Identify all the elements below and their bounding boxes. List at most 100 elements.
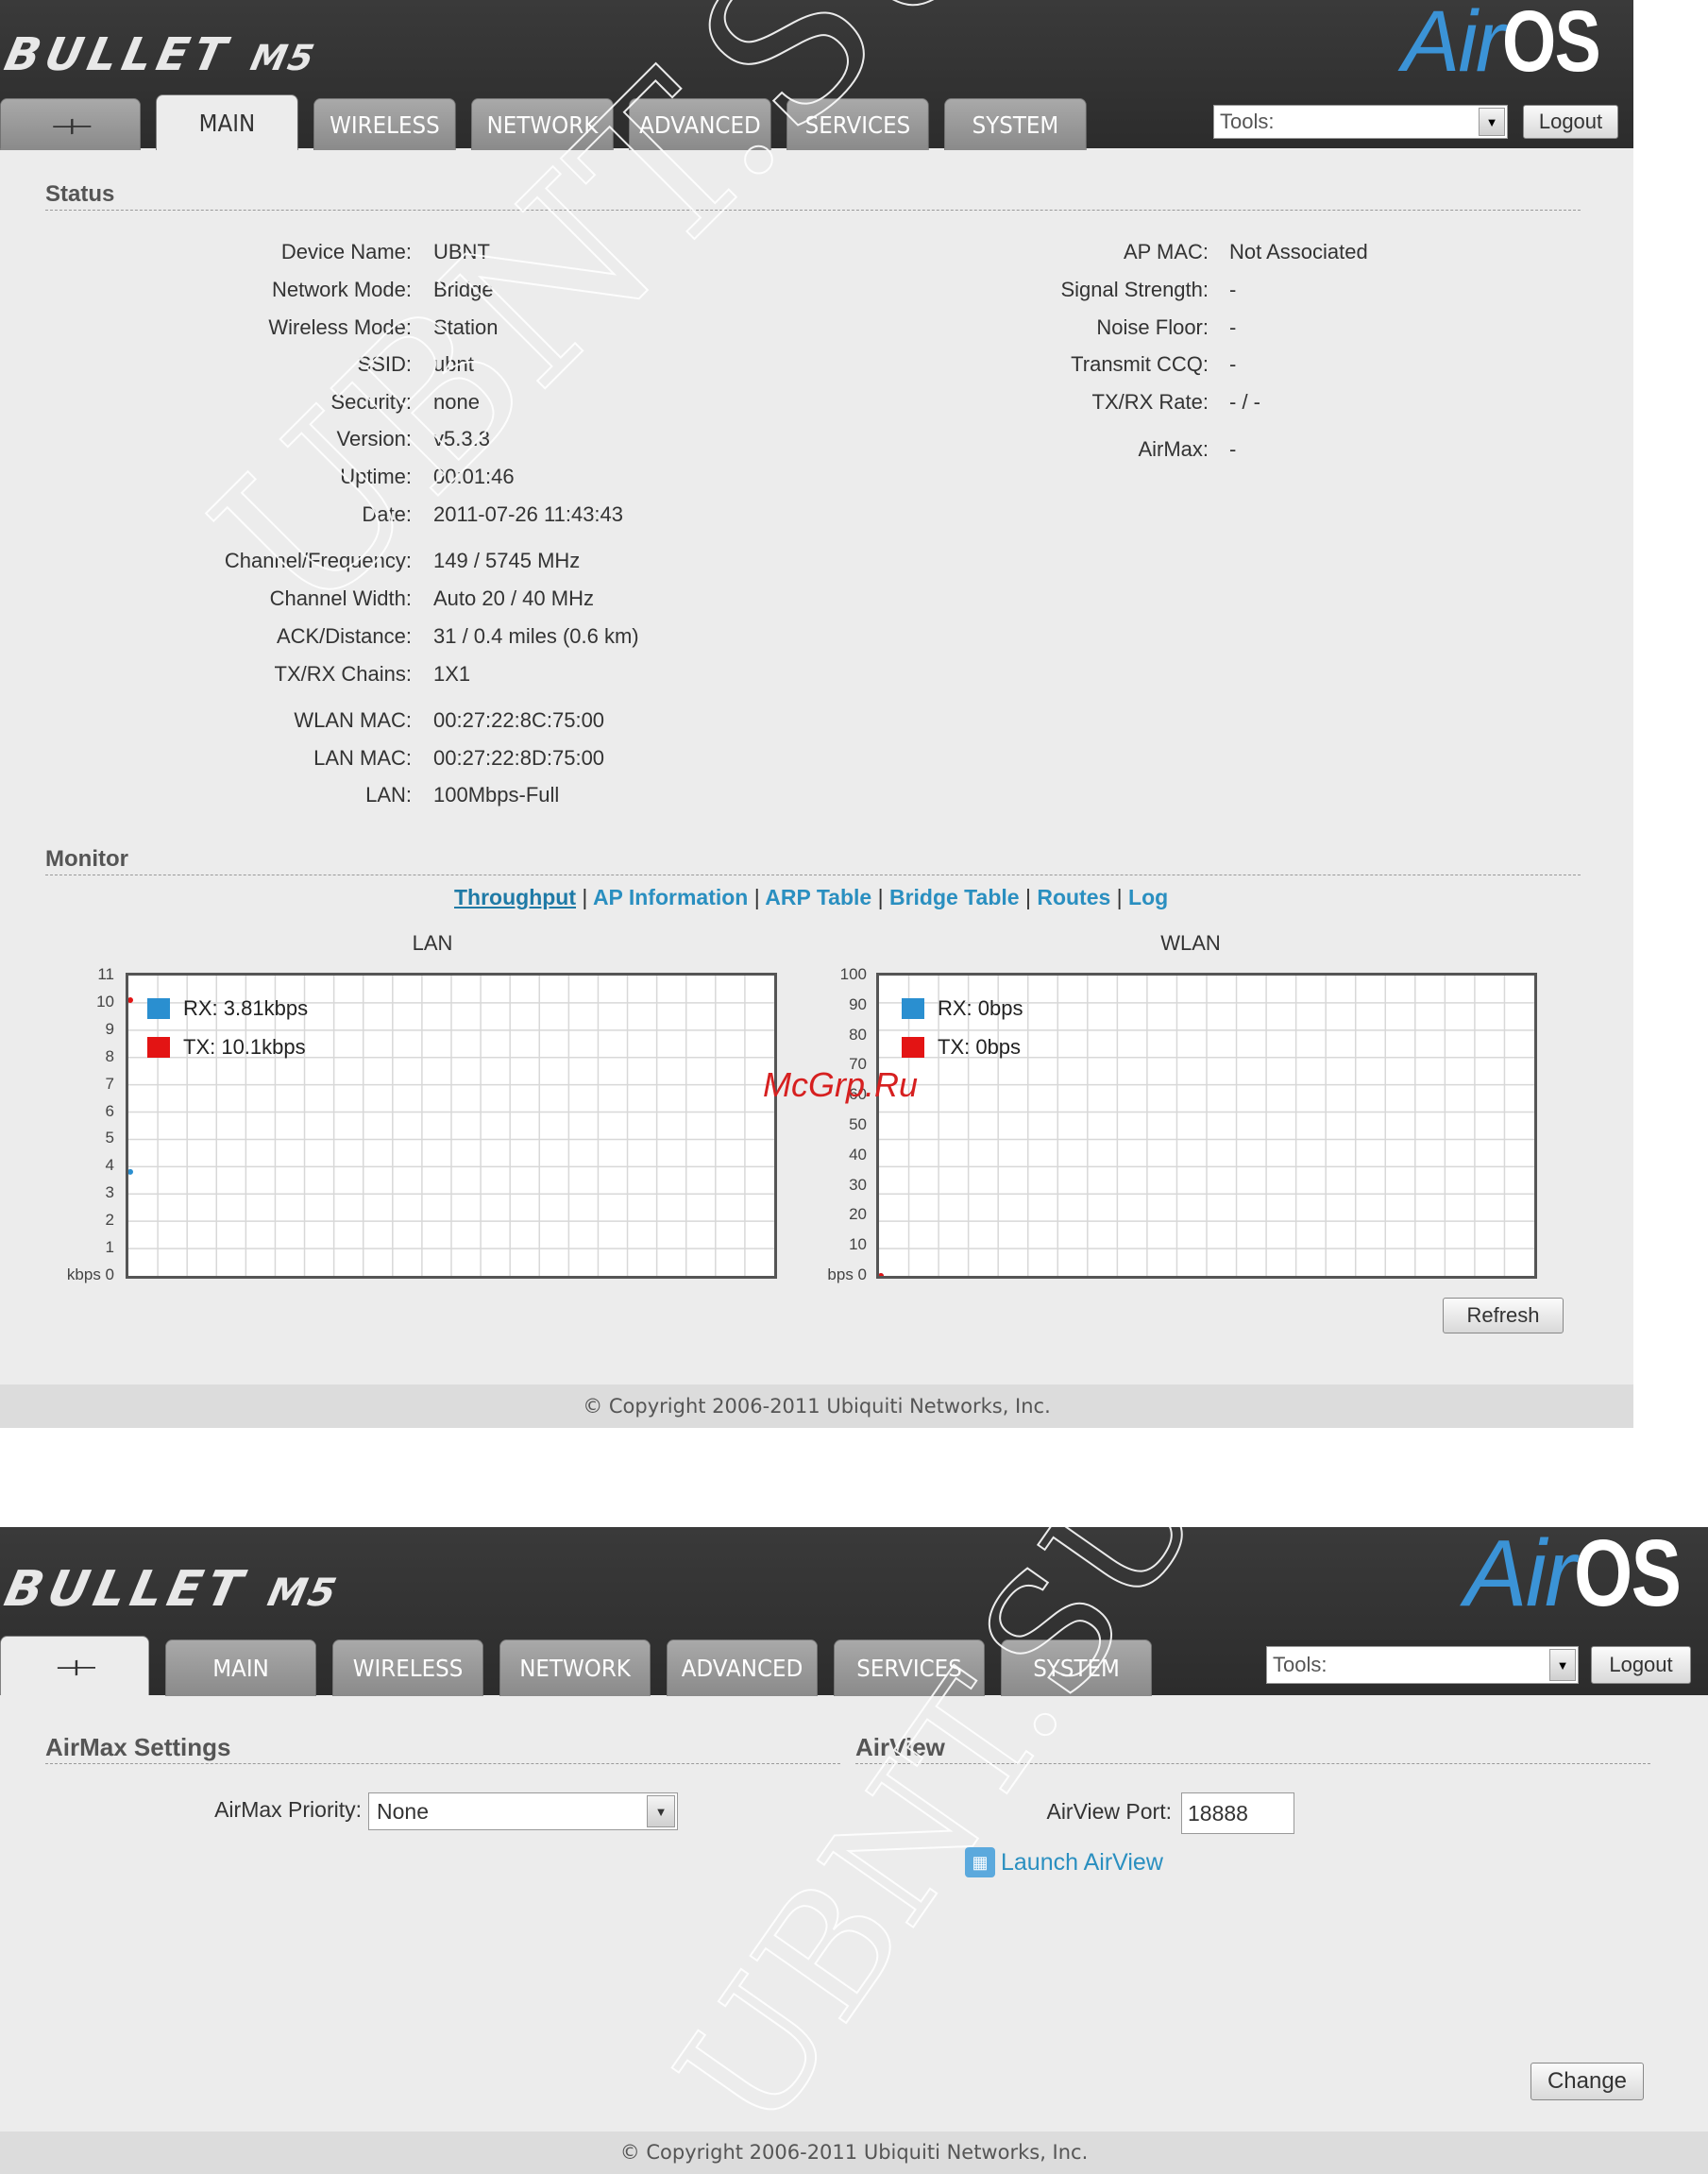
tab-label: SERVICES: [804, 110, 911, 139]
ack-distance-label: ACK/Distance:: [276, 624, 412, 648]
chevron-down-icon[interactable]: ▼: [1549, 1649, 1576, 1681]
tab-services[interactable]: SERVICES: [786, 98, 929, 150]
tab-network[interactable]: NETWORK: [499, 1639, 651, 1696]
y-tick-label: 70: [849, 1055, 867, 1074]
link-separator: |: [1024, 885, 1031, 909]
tab-main[interactable]: MAIN: [165, 1639, 317, 1696]
airview-port-label: AirView Port:: [1046, 1799, 1172, 1824]
brand-model: M5: [246, 37, 320, 78]
monitor-links: Throughput | AP Information | ARP Table …: [454, 885, 1168, 910]
device-name-label: Device Name:: [280, 240, 412, 263]
airos-os: OS: [1502, 0, 1601, 90]
brand-name: BULLET: [0, 1561, 253, 1618]
airmax-value: -: [1229, 437, 1237, 461]
txrx-rate-label: TX/RX Rate:: [1091, 390, 1209, 414]
y-tick-label: 90: [849, 994, 867, 1013]
rx-swatch: [902, 998, 924, 1019]
txrx-chains-label: TX/RX Chains:: [274, 662, 413, 686]
link-routes[interactable]: Routes: [1037, 885, 1110, 909]
tools-select[interactable]: Tools: ▼: [1213, 105, 1508, 139]
txrx-chains-value: 1X1: [433, 662, 471, 686]
tab-label: SYSTEM: [972, 110, 1059, 139]
tab-wireless[interactable]: WIRELESS: [313, 98, 456, 150]
tools-select[interactable]: Tools: ▼: [1266, 1646, 1579, 1684]
tab-label: WIRELESS: [352, 1655, 464, 1682]
logout-button[interactable]: Logout: [1591, 1646, 1691, 1684]
status-divider: [45, 210, 1581, 211]
link-separator: |: [1116, 885, 1123, 909]
tools-value: Tools:: [1273, 1653, 1328, 1676]
noise-floor-label: Noise Floor:: [1096, 315, 1209, 339]
lan-mac-label: LAN MAC:: [313, 746, 412, 770]
tab-home[interactable]: ⟞⟝: [0, 1636, 150, 1695]
lan-chart-title: LAN: [412, 931, 453, 955]
airmax-priority-select[interactable]: None ▼: [368, 1792, 678, 1830]
network-mode-label: Network Mode:: [272, 278, 412, 301]
tab-advanced[interactable]: ADVANCED: [667, 1639, 819, 1696]
tab-network[interactable]: NETWORK: [471, 98, 614, 150]
wlan-rx-label: RX: 0bps: [938, 996, 1023, 1020]
airmax-priority-label: AirMax Priority:: [214, 1797, 362, 1822]
link-separator: |: [877, 885, 884, 909]
brand-logo: BULLET M5: [0, 28, 321, 81]
tab-system[interactable]: SYSTEM: [1001, 1639, 1153, 1696]
wireless-mode-value: Station: [433, 315, 499, 339]
link-log[interactable]: Log: [1128, 885, 1168, 909]
y-tick-label: 80: [849, 1025, 867, 1044]
airos-logo: AirOS ™: [1402, 0, 1617, 92]
tab-advanced[interactable]: ADVANCED: [629, 98, 771, 150]
airmax-label: AirMax:: [1138, 437, 1209, 461]
y-tick-label: 9: [105, 1019, 114, 1038]
screenshot-advanced: BULLET M5 AirOS ™ ⟞⟝ MAIN WIRELESS NETWOR…: [0, 1527, 1708, 2174]
date-value: 2011-07-26 11:43:43: [433, 502, 624, 526]
launch-airview-link[interactable]: ▦ Launch AirView: [965, 1847, 1163, 1877]
airview-divider: [855, 1763, 1650, 1764]
ubiquiti-logo-icon: ⟞⟝: [52, 108, 92, 142]
tab-home[interactable]: ⟞⟝: [0, 98, 142, 150]
y-tick-label: 40: [849, 1145, 867, 1163]
y-tick-label: 50: [849, 1115, 867, 1133]
ssid-label: SSID:: [357, 352, 412, 376]
airview-icon: ▦: [965, 1847, 995, 1877]
status-title: Status: [45, 181, 115, 207]
wlan-legend-rx: RX: 0bps: [902, 996, 1023, 1021]
logout-button[interactable]: Logout: [1523, 105, 1618, 139]
link-ap-information[interactable]: AP Information: [593, 885, 748, 909]
version-label: Version:: [336, 427, 413, 450]
airos-tm: ™: [1688, 1527, 1700, 1534]
wlan-mac-label: WLAN MAC:: [294, 708, 412, 732]
security-value: none: [433, 390, 480, 414]
tab-main[interactable]: MAIN: [156, 94, 298, 150]
header-bar: BULLET M5 AirOS ™ ⟞⟝ MAIN WIRELESS NETWOR…: [0, 1527, 1708, 1696]
tab-label: SERVICES: [856, 1655, 962, 1682]
tab-label: ADVANCED: [639, 110, 761, 139]
y-tick-label: 6: [105, 1101, 114, 1120]
device-name-value: UBNT: [433, 240, 490, 263]
link-arp-table[interactable]: ARP Table: [765, 885, 871, 909]
airmax-divider: [45, 1763, 840, 1764]
link-throughput[interactable]: Throughput: [454, 885, 576, 909]
tab-label: MAIN: [198, 109, 256, 137]
airview-port-input[interactable]: 18888: [1181, 1792, 1294, 1834]
tab-label: MAIN: [212, 1655, 269, 1682]
y-tick-label: 20: [849, 1205, 867, 1224]
channel-width-value: Auto 20 / 40 MHz: [433, 586, 594, 610]
airos-logo: AirOS ™: [1464, 1527, 1700, 1628]
lan-tx-label: TX: 10.1kbps: [183, 1035, 306, 1059]
chevron-down-icon[interactable]: ▼: [1479, 108, 1505, 136]
ap-mac-label: AP MAC:: [1123, 240, 1209, 263]
tab-wireless[interactable]: WIRELESS: [332, 1639, 484, 1696]
airos-os: OS: [1574, 1527, 1682, 1626]
change-button[interactable]: Change: [1530, 2063, 1644, 2100]
link-bridge-table[interactable]: Bridge Table: [889, 885, 1020, 909]
airos-air: Air: [1402, 0, 1504, 90]
main-tabs: ⟞⟝ MAIN WIRELESS NETWORK ADVANCED SERVIC…: [0, 94, 1102, 150]
refresh-button[interactable]: Refresh: [1443, 1298, 1564, 1333]
channel-width-label: Channel Width:: [269, 586, 412, 610]
tab-system[interactable]: SYSTEM: [944, 98, 1087, 150]
chevron-down-icon[interactable]: ▼: [647, 1795, 675, 1827]
uptime-value: 00:01:46: [433, 465, 515, 488]
y-tick-label: 60: [849, 1085, 867, 1104]
tab-services[interactable]: SERVICES: [834, 1639, 986, 1696]
rx-swatch: [147, 998, 170, 1019]
